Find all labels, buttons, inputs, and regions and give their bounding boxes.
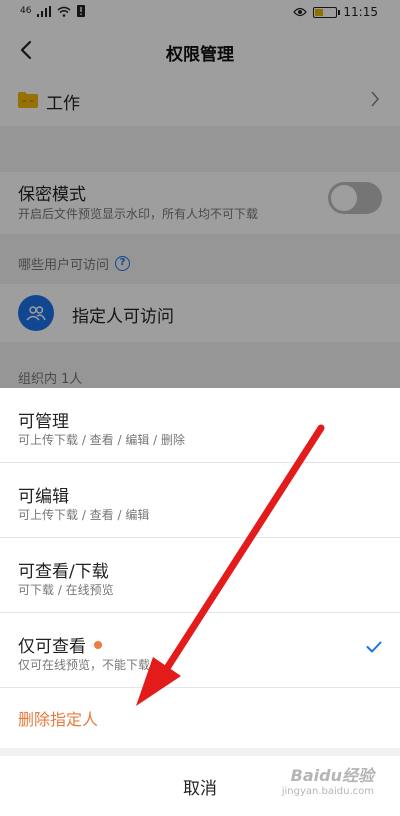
option-title: 可查看/下载 xyxy=(18,562,109,582)
option-desc: 可上传下载 / 查看 / 编辑 xyxy=(18,508,150,522)
delete-specified-button[interactable]: 删除指定人 xyxy=(18,706,98,730)
check-icon xyxy=(366,641,382,653)
watermark-sub: jingyan.baidu.com xyxy=(281,786,374,797)
watermark-main: Baidu经验 xyxy=(290,766,374,785)
baidu-watermark: Baidu经验 jingyan.baidu.com xyxy=(282,762,374,797)
option-title: 可编辑 xyxy=(18,487,69,507)
option-desc: 可下载 / 在线预览 xyxy=(18,583,114,597)
permission-sheet: 可管理 可上传下载 / 查看 / 编辑 / 删除 可编辑 可上传下载 / 查看 … xyxy=(0,388,400,816)
option-title: 可管理 xyxy=(18,412,69,432)
option-view-download[interactable]: 可查看/下载 可下载 / 在线预览 xyxy=(0,538,400,613)
sheet-divider xyxy=(0,748,400,756)
option-title: 仅可查看 xyxy=(18,637,86,657)
new-dot-badge xyxy=(94,640,102,649)
option-view-only[interactable]: 仅可查看 仅可在线预览，不能下载 xyxy=(0,613,400,688)
option-manage[interactable]: 可管理 可上传下载 / 查看 / 编辑 / 删除 xyxy=(0,388,400,463)
option-title-wrap: 仅可查看 xyxy=(18,632,102,657)
option-desc: 可上传下载 / 查看 / 编辑 / 删除 xyxy=(18,433,186,447)
option-edit[interactable]: 可编辑 可上传下载 / 查看 / 编辑 xyxy=(0,463,400,538)
option-desc: 仅可在线预览，不能下载 xyxy=(18,658,151,672)
